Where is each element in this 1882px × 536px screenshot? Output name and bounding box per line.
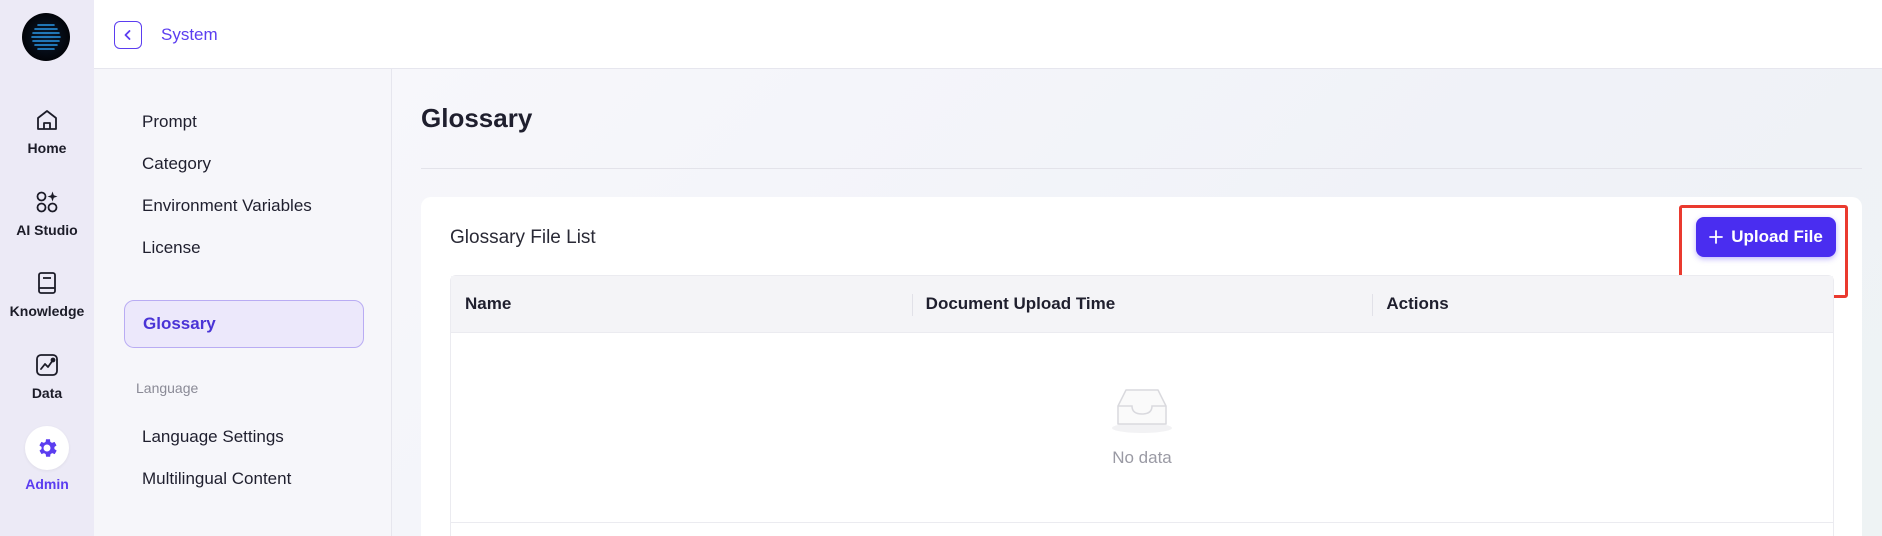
main-content: Glossary Glossary File List Upload File … — [392, 69, 1882, 536]
app-rail: Home AI Studio Knowledge Data Admin — [0, 0, 94, 536]
rail-label-ai-studio: AI Studio — [16, 222, 78, 238]
rail-label-admin: Admin — [25, 476, 69, 492]
empty-text: No data — [1112, 448, 1172, 467]
rail-item-home[interactable]: Home — [0, 106, 94, 156]
back-button[interactable] — [114, 21, 142, 49]
upload-file-button[interactable]: Upload File — [1696, 217, 1836, 257]
glossary-table: Name Document Upload Time Actions No dat… — [450, 275, 1834, 536]
column-header-name[interactable]: Name — [451, 276, 912, 332]
nav-group-language: Language — [136, 380, 199, 396]
empty-inbox-icon — [1112, 389, 1172, 433]
nav-item-language-settings[interactable]: Language Settings — [124, 413, 364, 461]
rail-item-data[interactable]: Data — [0, 351, 94, 401]
rail-active-indicator — [25, 426, 69, 470]
empty-state: No data — [451, 333, 1833, 523]
plus-icon — [1709, 230, 1724, 244]
gear-icon — [39, 439, 57, 457]
settings-nav: Prompt Category Environment Variables Li… — [94, 69, 392, 536]
nav-item-environment-variables[interactable]: Environment Variables — [124, 182, 364, 230]
section-title: System — [161, 25, 218, 44]
rail-item-ai-studio[interactable]: AI Studio — [0, 188, 94, 238]
nav-item-category[interactable]: Category — [124, 140, 364, 188]
chevron-left-icon — [124, 30, 131, 40]
page-title: Glossary — [421, 103, 533, 133]
book-icon — [38, 272, 56, 294]
app-logo[interactable] — [22, 13, 70, 61]
title-divider — [421, 168, 1862, 169]
glossary-card: Glossary File List Upload File Name Docu… — [421, 197, 1862, 536]
column-header-upload-time[interactable]: Document Upload Time — [911, 276, 1373, 332]
home-icon — [37, 110, 57, 130]
rail-label-knowledge: Knowledge — [9, 303, 85, 319]
rail-item-knowledge[interactable]: Knowledge — [0, 269, 94, 319]
apps-sparkle-icon — [36, 191, 58, 213]
card-title: Glossary File List — [450, 227, 596, 248]
rail-item-admin[interactable]: Admin — [0, 426, 94, 492]
nav-item-glossary[interactable]: Glossary — [124, 300, 364, 348]
column-header-actions: Actions — [1372, 276, 1833, 332]
nav-item-multilingual-content[interactable]: Multilingual Content — [124, 455, 364, 503]
rail-label-data: Data — [31, 385, 63, 401]
table-header: Name Document Upload Time Actions — [451, 276, 1833, 333]
upload-file-label: Upload File — [1731, 227, 1823, 246]
nav-item-license[interactable]: License — [124, 224, 364, 272]
nav-item-prompt[interactable]: Prompt — [124, 98, 364, 146]
top-bar: System — [94, 0, 1882, 69]
rail-label-home: Home — [27, 140, 67, 156]
chart-icon — [36, 354, 58, 376]
